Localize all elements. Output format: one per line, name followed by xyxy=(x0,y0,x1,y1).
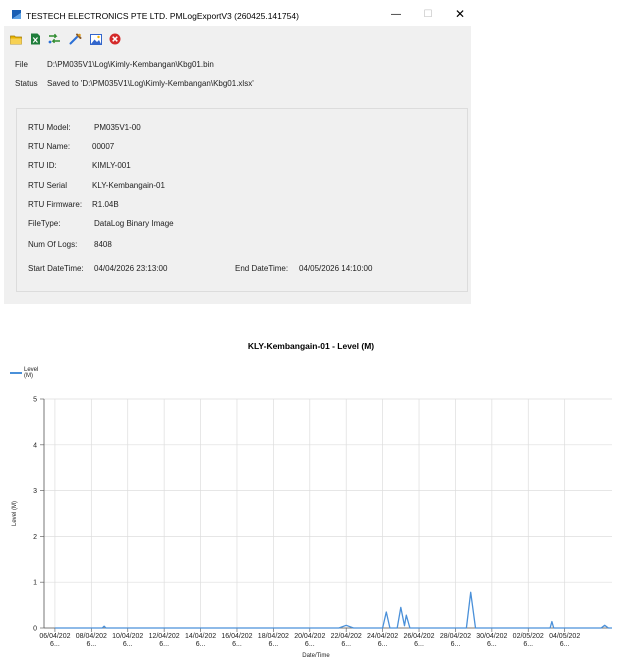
rtu-info-panel: RTU Model: PM035V1-00 RTU Name: 00007 RT… xyxy=(16,108,468,292)
x-tick-label-line2: 6... xyxy=(50,641,60,648)
level-chart: 01234506/04/2026...08/04/2026...10/04/20… xyxy=(12,397,612,659)
x-tick-label-line2: 6... xyxy=(341,641,351,648)
x-tick-label: 06/04/202 xyxy=(39,633,70,640)
x-axis-title: Date/Time xyxy=(302,653,330,659)
start-datetime-label: Start DateTime: xyxy=(28,264,84,273)
status-text: Saved to 'D:\PM035V1\Log\Kimly-Kembangan… xyxy=(47,79,254,88)
x-tick-label-line2: 6... xyxy=(560,641,570,648)
y-tick-label: 0 xyxy=(33,626,37,633)
x-tick-label-line2: 6... xyxy=(123,641,133,648)
rtu-serial-label: RTU Serial xyxy=(28,181,67,190)
open-folder-icon[interactable] xyxy=(9,32,23,46)
file-type-value: DataLog Binary Image xyxy=(94,219,174,228)
rtu-model-label: RTU Model: xyxy=(28,123,71,132)
x-tick-label: 12/04/202 xyxy=(149,633,180,640)
chart-title: KLY-Kembangain-01 - Level (M) xyxy=(247,341,375,351)
x-tick-label-line2: 6... xyxy=(305,641,315,648)
toolbar xyxy=(4,29,471,51)
y-axis-title: Level (M) xyxy=(12,501,18,526)
maximize-button[interactable]: ☐ xyxy=(414,6,442,22)
x-tick-label-line2: 6... xyxy=(196,641,206,648)
rtu-id-label: RTU ID: xyxy=(28,161,57,170)
file-label: File xyxy=(15,60,28,69)
minimize-button[interactable]: — xyxy=(382,6,410,22)
num-logs-value: 8408 xyxy=(94,240,112,249)
x-tick-label-line2: 6... xyxy=(487,641,497,648)
x-tick-label: 10/04/202 xyxy=(112,633,143,640)
x-tick-label: 30/04/202 xyxy=(476,633,507,640)
x-tick-label: 24/04/202 xyxy=(367,633,398,640)
app-window: TESTECH ELECTRONICS PTE LTD. PMLogExport… xyxy=(4,2,471,304)
tools-icon[interactable] xyxy=(68,32,82,46)
x-tick-label: 20/04/202 xyxy=(294,633,325,640)
y-tick-label: 5 xyxy=(33,397,37,404)
rtu-firmware-value: R1.04B xyxy=(92,200,119,209)
x-tick-label: 18/04/202 xyxy=(258,633,289,640)
end-datetime-label: End DateTime: xyxy=(235,264,289,273)
file-path: D:\PM035V1\Log\Kimly-Kembangan\Kbg01.bin xyxy=(47,60,214,69)
x-tick-label-line2: 6... xyxy=(378,641,388,648)
y-tick-label: 2 xyxy=(33,534,37,541)
y-tick-label: 3 xyxy=(33,488,37,495)
rtu-id-value: KIMLY-001 xyxy=(92,161,131,170)
legend-swatch xyxy=(10,372,22,374)
x-tick-label-line2: 6... xyxy=(414,641,424,648)
rtu-model-value: PM035V1-00 xyxy=(94,123,141,132)
x-tick-label: 16/04/202 xyxy=(221,633,252,640)
x-tick-label: 26/04/202 xyxy=(403,633,434,640)
cancel-icon[interactable] xyxy=(108,32,122,46)
rtu-firmware-label: RTU Firmware: xyxy=(28,200,83,209)
y-tick-label: 4 xyxy=(33,442,37,449)
legend-unit: (M) xyxy=(24,373,33,379)
rtu-serial-value: KLY-Kembangain-01 xyxy=(92,181,165,190)
x-tick-label: 02/05/202 xyxy=(513,633,544,640)
x-tick-label: 14/04/202 xyxy=(185,633,216,640)
x-tick-label: 22/04/202 xyxy=(331,633,362,640)
window-title: TESTECH ELECTRONICS PTE LTD. PMLogExport… xyxy=(26,11,299,21)
num-logs-label: Num Of Logs: xyxy=(28,240,78,249)
x-tick-label: 08/04/202 xyxy=(76,633,107,640)
start-datetime-value: 04/04/2026 23:13:00 xyxy=(94,264,168,273)
export-excel-icon[interactable] xyxy=(28,32,42,46)
x-tick-label-line2: 6... xyxy=(159,641,169,648)
image-icon[interactable] xyxy=(89,32,103,46)
end-datetime-value: 04/05/2026 14:10:00 xyxy=(299,264,373,273)
x-tick-label: 04/05/202 xyxy=(549,633,580,640)
x-tick-label-line2: 6... xyxy=(523,641,533,648)
convert-icon[interactable] xyxy=(47,32,61,46)
close-button[interactable]: ✕ xyxy=(446,6,474,22)
file-type-label: FileType: xyxy=(28,219,61,228)
rtu-name-value: 00007 xyxy=(92,142,115,151)
x-tick-label-line2: 6... xyxy=(232,641,242,648)
x-tick-label-line2: 6... xyxy=(269,641,279,648)
title-bar[interactable]: TESTECH ELECTRONICS PTE LTD. PMLogExport… xyxy=(4,2,471,26)
x-tick-label-line2: 6... xyxy=(86,641,96,648)
status-label: Status xyxy=(15,79,38,88)
app-logo-icon xyxy=(12,10,21,19)
y-tick-label: 1 xyxy=(33,580,37,587)
x-tick-label: 28/04/202 xyxy=(440,633,471,640)
x-tick-label-line2: 6... xyxy=(451,641,461,648)
rtu-name-label: RTU Name: xyxy=(28,142,71,151)
